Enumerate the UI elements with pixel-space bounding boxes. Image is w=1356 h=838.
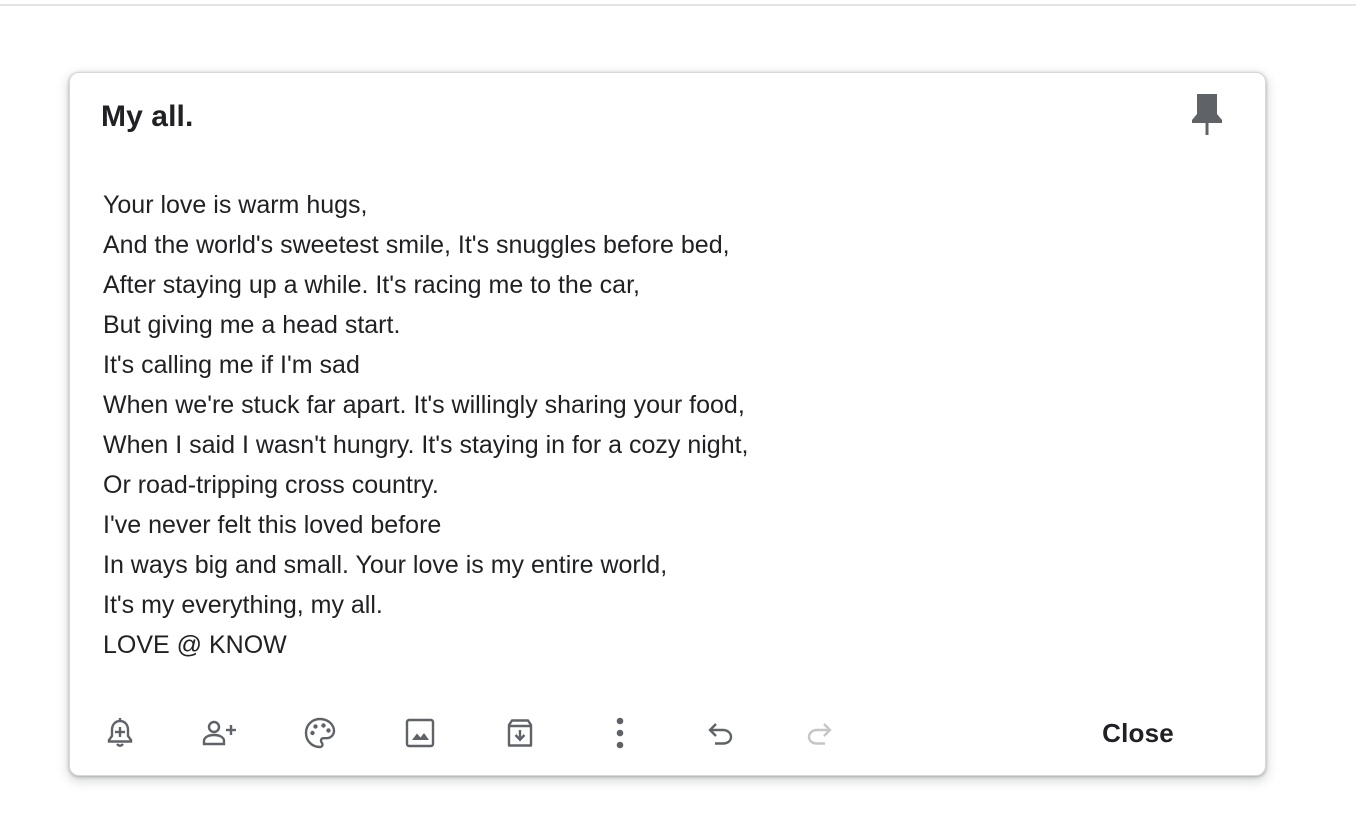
add-reminder-icon [106, 718, 134, 748]
pin-icon [1192, 93, 1222, 141]
note-line: And the world's sweetest smile, It's snu… [103, 231, 730, 259]
note-body[interactable]: Your love is warm hugs, And the world's … [103, 185, 1203, 665]
top-divider [0, 4, 1356, 6]
note-title[interactable]: My all. [101, 97, 193, 137]
pin-button[interactable] [1183, 93, 1231, 141]
close-button[interactable]: Close [1082, 709, 1194, 757]
note-line: When I said I wasn't hungry. It's stayin… [103, 431, 749, 459]
note-line: In ways big and small. Your love is my e… [103, 551, 668, 579]
note-line: It's my everything, my all. [103, 591, 383, 619]
more-vert-icon [615, 717, 625, 749]
more-options-button[interactable] [596, 709, 644, 757]
redo-icon [806, 721, 834, 745]
add-image-button[interactable] [396, 709, 444, 757]
note-line: Or road-tripping cross country. [103, 471, 439, 499]
collaborator-button[interactable] [196, 709, 244, 757]
collaborator-icon [202, 720, 238, 746]
note-toolbar: Close [70, 709, 1265, 757]
archive-button[interactable] [496, 709, 544, 757]
note-line: When we're stuck far apart. It's willing… [103, 391, 745, 419]
palette-icon [304, 717, 336, 749]
background-options-button[interactable] [296, 709, 344, 757]
undo-icon [706, 721, 734, 745]
archive-icon [505, 718, 535, 748]
note-line: LOVE @ KNOW [103, 631, 287, 659]
note-line: Your love is warm hugs, [103, 191, 368, 219]
note-line: I've never felt this loved before [103, 511, 442, 539]
note-line: After staying up a while. It's racing me… [103, 271, 640, 299]
note-line: It's calling me if I'm sad [103, 351, 360, 379]
remind-me-button[interactable] [96, 709, 144, 757]
note-line: But giving me a head start. [103, 311, 401, 339]
undo-button[interactable] [696, 709, 744, 757]
note-editor-card: My all. Your love is warm hugs, And the … [69, 72, 1266, 776]
redo-button[interactable] [796, 709, 844, 757]
image-icon [405, 718, 435, 748]
